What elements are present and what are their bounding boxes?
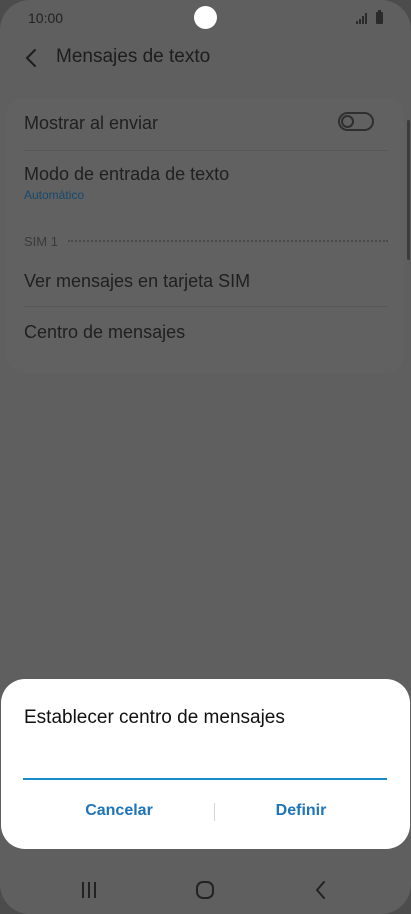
message-center-input[interactable] <box>23 748 387 780</box>
recent-apps-button[interactable] <box>55 858 125 914</box>
battery-icon <box>376 10 383 24</box>
section-label-sim: SIM 1 <box>24 233 58 249</box>
toggle-knob <box>341 115 354 128</box>
status-bar: 10:00 <box>0 0 411 36</box>
show-on-send-toggle[interactable] <box>338 112 374 131</box>
nav-back-icon <box>316 881 325 899</box>
chevron-left-icon <box>26 49 36 67</box>
app-header: Mensajes de texto <box>0 36 411 80</box>
phone-screen: 10:00 Mensajes de texto Mostrar al envia… <box>0 0 411 914</box>
status-time: 10:00 <box>28 10 64 26</box>
front-camera-cutout <box>194 6 217 29</box>
scrollbar[interactable] <box>407 120 410 260</box>
signal-icon <box>356 13 368 24</box>
setting-message-center-label: Centro de mensajes <box>24 322 186 342</box>
setting-view-sim-messages[interactable]: Ver mensajes en tarjeta SIM <box>24 256 388 306</box>
define-button[interactable]: Definir <box>206 791 396 831</box>
setting-input-mode-value: Automático <box>24 188 85 202</box>
home-button[interactable] <box>170 858 240 914</box>
section-dotted-divider <box>67 240 388 242</box>
page-title: Mensajes de texto <box>56 46 211 67</box>
back-button[interactable] <box>18 44 46 72</box>
setting-input-mode-label: Modo de entrada de texto <box>24 164 230 184</box>
nav-back-button[interactable] <box>285 858 355 914</box>
dialog-title: Establecer centro de mensajes <box>24 707 285 728</box>
navigation-bar <box>0 858 411 914</box>
home-icon <box>196 881 214 899</box>
setting-input-mode[interactable]: Modo de entrada de texto Automático <box>24 151 388 213</box>
settings-card: Mostrar al enviar Modo de entrada de tex… <box>6 98 404 373</box>
recent-apps-icon <box>82 882 96 898</box>
setting-show-on-send-label: Mostrar al enviar <box>24 113 159 133</box>
setting-show-on-send[interactable]: Mostrar al enviar <box>24 98 388 150</box>
setting-message-center[interactable]: Centro de mensajes <box>24 307 388 359</box>
setting-view-sim-messages-label: Ver mensajes en tarjeta SIM <box>24 271 251 291</box>
section-header-sim: SIM 1 <box>24 233 388 249</box>
status-icons <box>356 10 383 24</box>
cancel-button[interactable]: Cancelar <box>24 791 214 831</box>
